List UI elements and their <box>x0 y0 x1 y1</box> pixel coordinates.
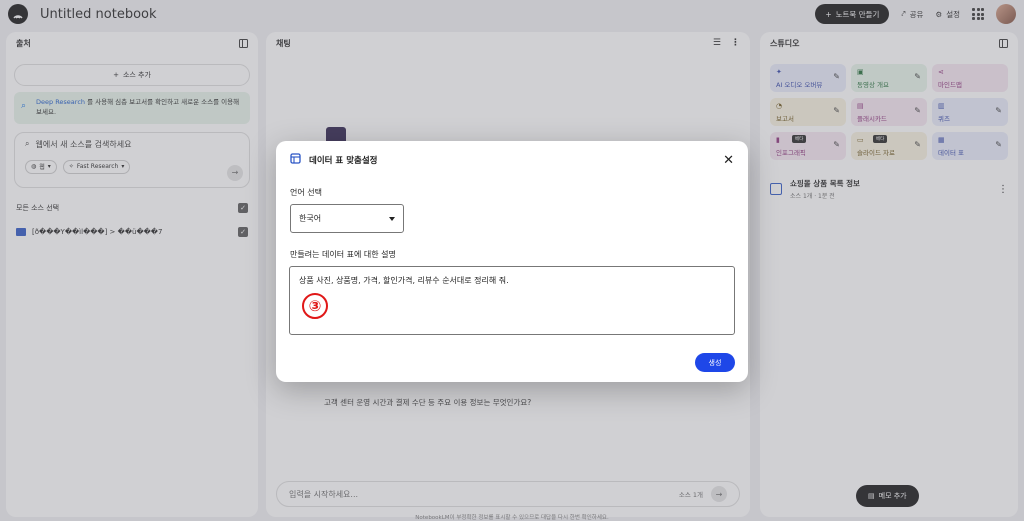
language-label: 언어 선택 <box>290 188 322 197</box>
dialog-header: 데이터 표 맞춤설정 ✕ <box>276 141 748 179</box>
close-icon[interactable]: ✕ <box>723 153 734 168</box>
language-value: 한국어 <box>299 214 322 223</box>
dialog-title: 데이터 표 맞춤설정 <box>309 156 378 166</box>
step-annotation: ③ <box>302 293 328 319</box>
data-table-settings-dialog: 데이터 표 맞춤설정 ✕ 언어 선택 한국어 만들려는 데이터 표에 대한 설명… <box>276 141 748 382</box>
language-select[interactable]: 한국어 <box>290 204 404 233</box>
chevron-down-icon <box>389 216 395 221</box>
description-value: 상품 사진, 상품명, 가격, 할인가격, 리뷰수 순서대로 정리해 줘. <box>299 276 509 285</box>
table-icon <box>290 153 301 167</box>
description-label: 만들려는 데이터 표에 대한 설명 <box>290 250 396 259</box>
description-field[interactable]: 상품 사진, 상품명, 가격, 할인가격, 리뷰수 순서대로 정리해 줘. ③ <box>289 266 735 335</box>
generate-button[interactable]: 생성 <box>695 353 735 372</box>
